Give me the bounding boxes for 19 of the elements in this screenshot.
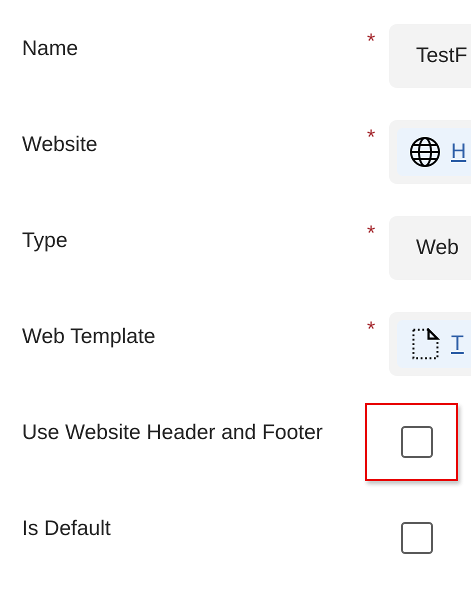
field-label: Type: [22, 228, 69, 254]
required-mark: *: [366, 126, 376, 150]
checkbox[interactable]: [401, 522, 433, 554]
field-label: Name: [22, 36, 80, 62]
field-label: Is Default: [22, 516, 112, 542]
checkbox[interactable]: [401, 426, 433, 458]
field-label: Website: [22, 132, 98, 158]
globe-icon: [409, 136, 441, 168]
required-mark: *: [366, 222, 376, 246]
required-mark: *: [366, 318, 376, 342]
field-label: Web Template: [22, 324, 156, 350]
required-mark: *: [366, 30, 376, 54]
field-label: Use Website Header and Footer: [22, 420, 324, 446]
text-field[interactable]: Web: [389, 216, 471, 280]
lookup-field[interactable]: H: [389, 120, 471, 184]
lookup-link[interactable]: T: [451, 332, 464, 356]
lookup-link[interactable]: H: [451, 140, 466, 164]
lookup-field[interactable]: T: [389, 312, 471, 376]
text-field[interactable]: TestF: [389, 24, 471, 88]
